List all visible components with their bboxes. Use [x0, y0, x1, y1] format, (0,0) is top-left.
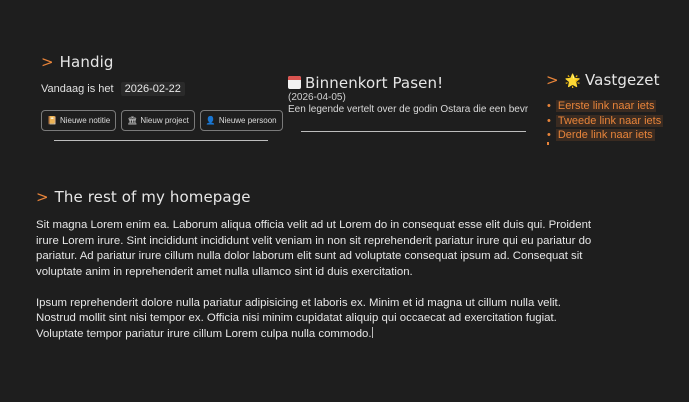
heading-prefix: > [546, 71, 559, 89]
pinned-link-1[interactable]: Eerste link naar iets [555, 100, 657, 112]
binnenkort-description: Een legende vertelt over de godin Ostara… [288, 104, 528, 115]
list-item: Derde link naar iets [547, 128, 663, 143]
person-icon: 👤 [205, 115, 216, 125]
homepage: > Handig Vandaag is het 2026-02-22 📔 Nieu… [0, 0, 689, 402]
pinned-list-marker [547, 142, 549, 145]
binnenkort-heading: Binnenkort Pasen! [288, 74, 443, 92]
list-item: Eerste link naar iets [547, 99, 663, 114]
heading-prefix: > [36, 188, 49, 206]
handig-title: Handig [59, 53, 114, 71]
body-text[interactable]: Sit magna Lorem enim ea. Laborum aliqua … [36, 218, 596, 358]
binnenkort-divider [301, 131, 526, 132]
paragraph-1: Sit magna Lorem enim ea. Laborum aliqua … [36, 219, 592, 278]
today-label: Vandaag is het [41, 83, 114, 95]
pinned-links: Eerste link naar iets Tweede link naar i… [547, 99, 664, 143]
glowing-star-icon: 🌟 [564, 74, 581, 89]
classical-building-icon: 🏛 [127, 115, 138, 125]
vastgezet-heading: > 🌟 Vastgezet [546, 71, 660, 89]
calendar-icon [288, 76, 301, 89]
quick-actions: 📔 Nieuwe notitie 🏛 Nieuw project 👤 Nieuw… [41, 110, 283, 131]
heading-prefix: > [41, 53, 54, 71]
vastgezet-title: Vastgezet [584, 71, 660, 89]
handig-divider [54, 140, 268, 141]
today-row: Vandaag is het 2026-02-22 [41, 82, 185, 96]
notebook-icon: 📔 [47, 115, 57, 125]
list-item: Tweede link naar iets [547, 114, 664, 129]
new-note-label: Nieuwe notitie [59, 116, 111, 125]
today-date: 2026-02-22 [120, 82, 185, 96]
text-cursor [371, 327, 373, 339]
new-person-label: Nieuwe persoon [218, 116, 277, 125]
paragraph-2-text: Ipsum reprehenderit dolore nulla pariatu… [36, 296, 561, 341]
pinned-link-2[interactable]: Tweede link naar iets [555, 114, 664, 127]
rest-title: The rest of my homepage [54, 188, 251, 206]
new-person-button[interactable]: 👤 Nieuwe persoon [199, 110, 283, 131]
binnenkort-date: (2026-04-05) [288, 92, 346, 103]
new-project-button[interactable]: 🏛 Nieuw project [121, 110, 195, 131]
rest-heading: > The rest of my homepage [36, 188, 251, 206]
new-project-label: Nieuw project [140, 116, 189, 125]
pinned-link-3[interactable]: Derde link naar iets [555, 129, 655, 141]
paragraph-2: Ipsum reprehenderit dolore nulla pariatu… [36, 296, 596, 343]
handig-heading: > Handig [41, 53, 113, 71]
binnenkort-title: Binnenkort Pasen! [305, 74, 444, 92]
new-note-button[interactable]: 📔 Nieuwe notitie [41, 110, 117, 131]
